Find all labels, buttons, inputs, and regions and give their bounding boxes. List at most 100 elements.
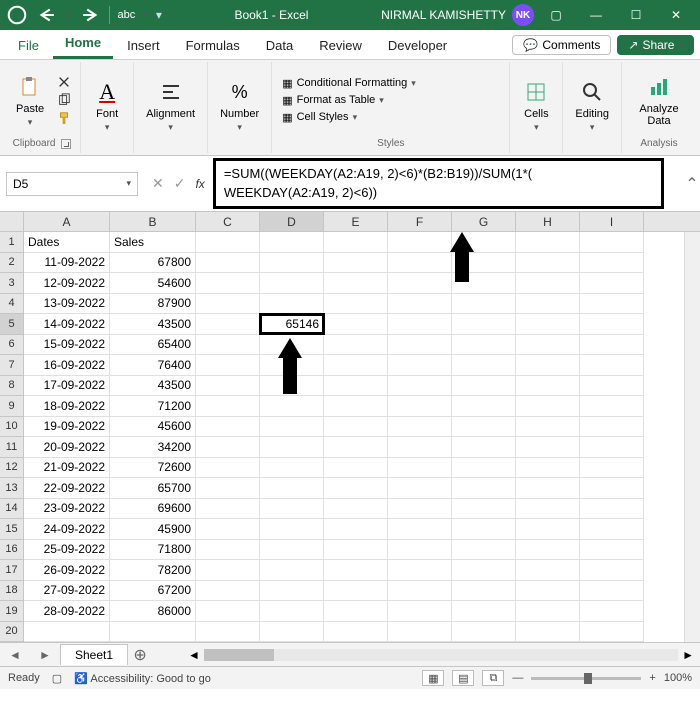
cell-D8[interactable] [260, 376, 324, 397]
cell-E9[interactable] [324, 396, 388, 417]
cell-I7[interactable] [580, 355, 644, 376]
cell-G13[interactable] [452, 478, 516, 499]
cell-F12[interactable] [388, 458, 452, 479]
maximize-button[interactable]: ☐ [618, 0, 654, 30]
clipboard-launcher[interactable] [61, 139, 71, 149]
cell-B2[interactable]: 67800 [110, 253, 196, 274]
cell-F7[interactable] [388, 355, 452, 376]
col-header-E[interactable]: E [324, 212, 388, 231]
tab-file[interactable]: File [6, 32, 51, 59]
alignment-group-button[interactable]: Alignment▾ [140, 76, 201, 135]
row-header-3[interactable]: 3 [0, 273, 24, 294]
cell-D11[interactable] [260, 437, 324, 458]
cell-B16[interactable]: 71800 [110, 540, 196, 561]
cell-A7[interactable]: 16-09-2022 [24, 355, 110, 376]
vertical-scrollbar[interactable] [684, 232, 700, 642]
account-menu[interactable]: NIRMAL KAMISHETTY NK [381, 4, 534, 26]
cell-B8[interactable]: 43500 [110, 376, 196, 397]
horizontal-scrollbar[interactable]: ◄ ► [182, 648, 700, 662]
cell-C8[interactable] [196, 376, 260, 397]
cell-I15[interactable] [580, 519, 644, 540]
cell-I20[interactable] [580, 622, 644, 643]
cell-B17[interactable]: 78200 [110, 560, 196, 581]
cell-H5[interactable] [516, 314, 580, 335]
cell-I19[interactable] [580, 601, 644, 622]
cell-E6[interactable] [324, 335, 388, 356]
cell-A8[interactable]: 17-09-2022 [24, 376, 110, 397]
cell-I5[interactable] [580, 314, 644, 335]
cell-F2[interactable] [388, 253, 452, 274]
cell-E4[interactable] [324, 294, 388, 315]
cell-E20[interactable] [324, 622, 388, 643]
cell-E2[interactable] [324, 253, 388, 274]
cell-B18[interactable]: 67200 [110, 581, 196, 602]
row-header-17[interactable]: 17 [0, 560, 24, 581]
cell-D20[interactable] [260, 622, 324, 643]
cell-E15[interactable] [324, 519, 388, 540]
cell-F4[interactable] [388, 294, 452, 315]
undo-button[interactable] [36, 4, 58, 26]
col-header-H[interactable]: H [516, 212, 580, 231]
cell-F16[interactable] [388, 540, 452, 561]
cell-G14[interactable] [452, 499, 516, 520]
cell-D5[interactable]: 65146 [260, 314, 324, 335]
cell-G18[interactable] [452, 581, 516, 602]
minimize-button[interactable]: — [578, 0, 614, 30]
cell-H10[interactable] [516, 417, 580, 438]
cell-D15[interactable] [260, 519, 324, 540]
row-header-1[interactable]: 1 [0, 232, 24, 253]
name-box-dropdown[interactable]: ▾ [126, 178, 131, 189]
cell-B15[interactable]: 45900 [110, 519, 196, 540]
cell-D18[interactable] [260, 581, 324, 602]
cell-F14[interactable] [388, 499, 452, 520]
cell-D12[interactable] [260, 458, 324, 479]
row-header-13[interactable]: 13 [0, 478, 24, 499]
select-all-corner[interactable] [0, 212, 24, 231]
row-header-6[interactable]: 6 [0, 335, 24, 356]
sheet-nav-next[interactable]: ► [39, 648, 51, 662]
cell-H19[interactable] [516, 601, 580, 622]
cell-B9[interactable]: 71200 [110, 396, 196, 417]
cell-C11[interactable] [196, 437, 260, 458]
cell-D2[interactable] [260, 253, 324, 274]
cell-G17[interactable] [452, 560, 516, 581]
cell-C1[interactable] [196, 232, 260, 253]
sheet-tab-sheet1[interactable]: Sheet1 [60, 644, 128, 665]
cell-D13[interactable] [260, 478, 324, 499]
cell-C12[interactable] [196, 458, 260, 479]
cell-B4[interactable]: 87900 [110, 294, 196, 315]
cell-E11[interactable] [324, 437, 388, 458]
macro-record-icon[interactable]: ▢ [52, 672, 62, 685]
cell-I11[interactable] [580, 437, 644, 458]
tab-developer[interactable]: Developer [376, 32, 459, 59]
cell-A9[interactable]: 18-09-2022 [24, 396, 110, 417]
cell-G1[interactable] [452, 232, 516, 253]
row-header-7[interactable]: 7 [0, 355, 24, 376]
conditional-formatting-button[interactable]: ▦Conditional Formatting▾ [278, 76, 420, 91]
cell-E19[interactable] [324, 601, 388, 622]
cell-A6[interactable]: 15-09-2022 [24, 335, 110, 356]
cut-button[interactable] [54, 74, 74, 90]
cell-G9[interactable] [452, 396, 516, 417]
cell-D4[interactable] [260, 294, 324, 315]
editing-group-button[interactable]: Editing▾ [569, 76, 615, 135]
col-header-D[interactable]: D [260, 212, 324, 231]
cell-I2[interactable] [580, 253, 644, 274]
cell-F8[interactable] [388, 376, 452, 397]
spreadsheet-grid[interactable]: A B C D E F G H I 1234567891011121314151… [0, 212, 700, 643]
add-sheet-button[interactable]: ⊕ [128, 645, 152, 665]
cell-G5[interactable] [452, 314, 516, 335]
cell-G8[interactable] [452, 376, 516, 397]
cell-A1[interactable]: Dates [24, 232, 110, 253]
accept-formula-button[interactable]: ✓ [174, 175, 186, 192]
cell-A14[interactable]: 23-09-2022 [24, 499, 110, 520]
cell-D3[interactable] [260, 273, 324, 294]
cell-B14[interactable]: 69600 [110, 499, 196, 520]
cell-D14[interactable] [260, 499, 324, 520]
font-group-button[interactable]: A Font▾ [87, 76, 127, 135]
name-box[interactable]: D5 ▾ [6, 172, 138, 196]
cell-A12[interactable]: 21-09-2022 [24, 458, 110, 479]
cell-B10[interactable]: 45600 [110, 417, 196, 438]
cell-H12[interactable] [516, 458, 580, 479]
cell-C2[interactable] [196, 253, 260, 274]
